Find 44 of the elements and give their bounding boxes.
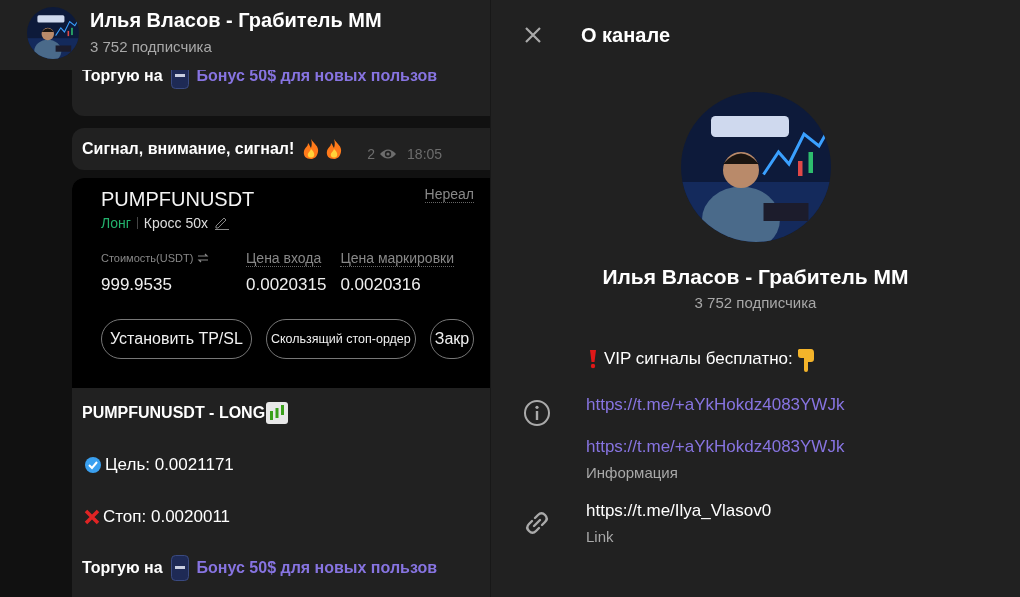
subscriber-count: 3 752 подписчика	[90, 38, 213, 55]
pencil-icon	[214, 216, 230, 230]
field-label: Цена входа	[246, 249, 322, 267]
message-text: Сигнал, внимание, сигнал!	[82, 140, 295, 158]
exchange-logo-icon	[170, 70, 189, 89]
invite-link[interactable]: https://t.me/+aYkHokdz4083YWJk	[586, 437, 845, 457]
info-icon	[523, 399, 551, 427]
panel-title: О канале	[581, 23, 670, 47]
link-icon	[523, 509, 551, 537]
subscriber-count: 3 752 подписчика	[693, 294, 818, 311]
close-button[interactable]	[523, 25, 543, 45]
margin-mode: Кросс 50x	[143, 215, 208, 231]
symbol-text: PUMPFUNUSDT	[101, 187, 255, 211]
eye-icon	[379, 148, 398, 160]
cross-icon	[84, 509, 100, 525]
pointing-hand-icon	[795, 346, 816, 372]
stop-price: Стоп: 0.0020011	[103, 507, 231, 527]
verified-check-icon	[84, 456, 102, 474]
field-value: 0.0020316	[340, 275, 422, 295]
chart-icon	[265, 401, 290, 425]
field-label: Стоимость(USDT)	[101, 252, 194, 264]
message-time: 18:05	[407, 146, 443, 162]
target-price: Цель: 0.0021171	[105, 455, 234, 475]
field-caption: Информация	[586, 464, 679, 481]
channel-title: Илья Власов - Грабитель ММ	[90, 9, 382, 32]
field-caption: Link	[586, 528, 615, 545]
message-text: Торгую на	[82, 559, 163, 577]
position-side: Лонг	[101, 215, 131, 231]
field-value: 999.9535	[101, 275, 173, 295]
bonus-link[interactable]: Бонус 50$ для новых пользов	[196, 559, 438, 577]
message-text: Торгую на	[82, 70, 163, 85]
bonus-link[interactable]: Бонус 50$ для новых пользов	[196, 70, 438, 85]
field-label: Цена маркировки	[340, 249, 455, 267]
description-text: VIP сигналы бесплатно:	[604, 349, 793, 369]
exclamation-icon	[588, 349, 598, 369]
channel-name: Илья Власов - Грабитель ММ	[601, 265, 910, 289]
signal-title: PUMPFUNUSDT - LONG	[82, 404, 266, 422]
field-value: 0.0020315	[246, 275, 327, 295]
swap-icon	[197, 252, 210, 264]
invite-link[interactable]: https://t.me/+aYkHokdz4083YWJk	[586, 395, 845, 415]
exchange-logo-icon	[170, 555, 189, 581]
channel-link[interactable]: https://t.me/Ilya_Vlasov0	[586, 501, 772, 521]
view-count: 2	[367, 146, 376, 162]
column-label: Нереал	[424, 186, 474, 203]
